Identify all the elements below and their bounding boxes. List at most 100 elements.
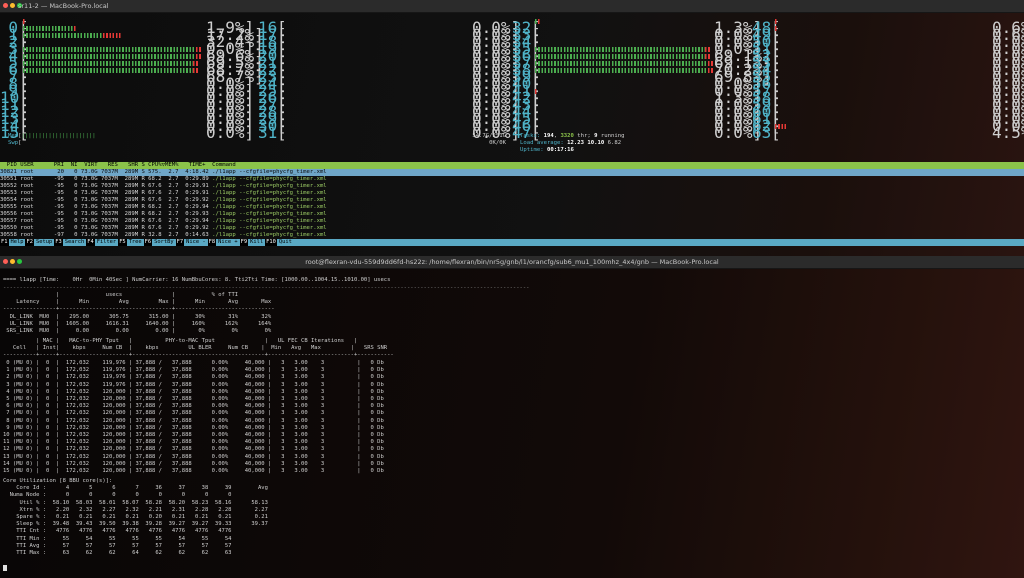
cpu-meter-22: 22[0.0%] [258,60,520,79]
cpu-meter-41: 41[0.0%] [512,81,762,100]
cpu-meter-18: 18[0.0%] [258,32,520,51]
cpu-meter-20: 20[0.0%] [258,46,520,65]
cpu-meter-15: 15[0.0%] [0,123,254,142]
cell-row: 12 (MU 0) | 0 | 172,032 120,000 | 37,888… [3,446,384,453]
cpu-bar-user [23,26,75,31]
process-list: 30821 root 20 0 73.0G 7037M 289M S 575. … [0,169,327,239]
process-row[interactable]: 30553 root -95 0 73.0G 7037M 289M R 67.6… [0,190,327,197]
cell-row: 9 (MU 0) | 0 | 172,032 120,000 | 37,888 … [3,424,384,431]
swp-label: Swp [8,140,19,146]
cell-row: 2 (MU 0) | 0 | 172,032 119,976 | 37,888 … [3,374,384,381]
cpu-meter-50: 50[0.0%] [752,32,1024,51]
minimize-icon[interactable] [10,3,15,8]
mem-meter: Mem[|||||||||||||||||||||| [8,133,96,139]
cpu-meter-30: 30[0.0%] [258,116,520,135]
process-row[interactable]: 30558 root -97 0 73.0G 7037M 289M R 32.8… [0,232,327,239]
window-titlebar[interactable]: sr11-2 — MacBook-Pro.local [0,0,1024,13]
cpu-meter-43: 43[0.0%] [512,95,762,114]
mem-label: Mem [8,133,19,139]
cpu-meter-23: 23[0.0%] [258,67,520,86]
fkey-kill-button[interactable]: F9 Kill [239,239,266,246]
cpu-bar-user [23,61,193,66]
cpu-meter-62: 62[0.0%] [752,116,1024,135]
cpu-meter-28: 28[0.0%] [258,102,520,121]
fkey-filter-button[interactable]: F4 Filter [86,239,119,246]
cpu-bar-kernel [775,19,779,24]
cpu-meter-42: 42[1.3%] [512,88,762,107]
process-row[interactable]: 30554 root -95 0 73.0G 7037M 289M R 67.6… [0,197,327,204]
cpu-meter-58: 58[0.0%] [752,88,1024,107]
swp-value: 0K/0K [489,140,506,146]
cell-table-header: | MAC | MAC-to-PHY Tput | PHY-to-MAC Tpu… [3,338,394,359]
cpu-meter-40: 40[0.0%] [512,74,762,93]
cpu-meter-7: 7[68.7%] [0,67,263,86]
process-command: ./l1app --cfgfile=phycfg_timer.xml [212,176,327,182]
cell-row: 6 (MU 0) | 0 | 172,032 120,000 | 37,888 … [3,403,384,410]
process-row[interactable]: 30551 root -95 0 73.0G 7037M 289M R 68.2… [0,176,327,183]
process-stats: 30555 root -95 0 73.0G 7037M 289M R 68.2… [0,204,213,210]
fkey-tree-button[interactable]: F5 Tree [118,239,144,246]
process-stats: 30557 root -95 0 73.0G 7037M 289M R 67.6… [0,218,213,224]
tasks-summary: Tasks: 194, 3320 thr; 9 running Load ave… [520,133,624,154]
cell-row: 8 (MU 0) | 0 | 172,032 120,000 | 37,888 … [3,417,384,424]
process-row[interactable]: 30550 root -95 0 73.0G 7037M 289M R 67.6… [0,225,327,232]
window-titlebar[interactable]: root@flexran-vdu-559d9dd6fd-hs22z: /home… [0,256,1024,269]
cpu-bar-user [23,54,196,59]
fkey-sortby-button[interactable]: F6 SortBy [143,239,176,246]
fkey-label: Help [8,239,26,246]
cell-row: 10 (MU 0) | 0 | 172,032 120,000 | 37,888… [3,432,384,439]
fkey-label: Quit [276,239,294,246]
cpu-meter-12: 12[0.0%] [0,102,254,121]
cell-table-body: 0 (MU 0) | 0 | 172,032 119,976 | 37,888 … [3,360,384,475]
process-table-header[interactable]: PID USER PRI NI VIRT RES SHR S CPU%▽MEM%… [0,162,1024,169]
process-stats: 30551 root -95 0 73.0G 7037M 289M R 68.2… [0,176,213,182]
mem-value: 54.7G/251G [472,133,506,139]
htop-window: sr11-2 — MacBook-Pro.local 0[1.9%]1[17.2… [0,0,1024,256]
process-stats: 30552 root -95 0 73.0G 7037M 289M R 67.6… [0,183,213,189]
cell-row: 5 (MU 0) | 0 | 172,032 120,000 | 37,888 … [3,396,384,403]
cpu-meter-37: 37[69.1%] [512,53,772,72]
process-row[interactable]: 30555 root -95 0 73.0G 7037M 289M R 68.2… [0,204,327,211]
fkey-label: Kill [248,239,266,246]
cpu-meter-63: 63[4.5%] [752,123,1024,142]
cpu-meter-34: 34[0.0%] [512,32,762,51]
fkey-key: F9 [239,239,249,246]
process-command: ./l1app --cfgfile=phycfg_timer.xml [212,204,327,210]
process-row[interactable]: 30821 root 20 0 73.0G 7037M 289M S 575. … [0,169,327,176]
cpu-bar-user [535,47,705,52]
cpu-number: 31 [258,123,278,142]
cpu-bar-kernel [192,68,199,73]
fkey-nice-button[interactable]: F7 Nice - [175,239,208,246]
cell-row: 13 (MU 0) | 0 | 172,032 120,000 | 37,888… [3,453,384,460]
tasks-line: Tasks: 194, 3320 thr; 9 running [520,133,625,139]
process-row[interactable]: 30556 root -95 0 73.0G 7037M 289M R 68.2… [0,211,327,218]
close-icon[interactable] [3,3,8,8]
cpu-percent: 0.0%] [206,123,255,142]
cpu-meter-52: 52[0.0%] [752,46,1024,65]
cpu-bar-kernel [23,19,27,24]
cpu-bar-kernel [775,26,779,31]
fkey-key: F1 [0,239,9,246]
fkey-quit-button[interactable]: F10 Quit [265,239,294,246]
fkey-search-button[interactable]: F3 Search [54,239,87,246]
cell-row: 1 (MU 0) | 0 | 172,032 119,976 | 37,888 … [3,367,384,374]
cpu-meter-33: 33[0.0%] [512,25,762,44]
fkey-nice-button[interactable]: F8 Nice + [207,239,240,246]
fkey-setup-button[interactable]: F2 Setup [25,239,55,246]
fkey-key: F7 [175,239,185,246]
cell-row: 7 (MU 0) | 0 | 172,032 120,000 | 37,888 … [3,410,384,417]
cpu-meter-57: 57[0.0%] [752,81,1024,100]
process-row[interactable]: 30557 root -95 0 73.0G 7037M 289M R 67.6… [0,218,327,225]
cpu-meter-16: 16[0.0%] [258,18,520,37]
cpu-meter-32: 32[1.3%] [512,18,762,37]
cpu-meter-29: 29[0.0%] [258,109,520,128]
terminal-cursor [3,565,7,571]
cpu-meter-47: 47[0.0%] [512,123,762,142]
cpu-meter-61: 61[0.0%] [752,109,1024,128]
cpu-bar-kernel [538,19,542,24]
function-key-bar: F1 Help F2 Setup F3 Search F4 Filter F5 Tree F6 Sor… [0,239,1024,246]
cpu-meter-46: 46[0.0%] [512,116,762,135]
fkey-label: SortBy [152,239,176,246]
fkey-help-button[interactable]: F1 Help [0,239,26,246]
process-row[interactable]: 30552 root -95 0 73.0G 7037M 289M R 67.6… [0,183,327,190]
